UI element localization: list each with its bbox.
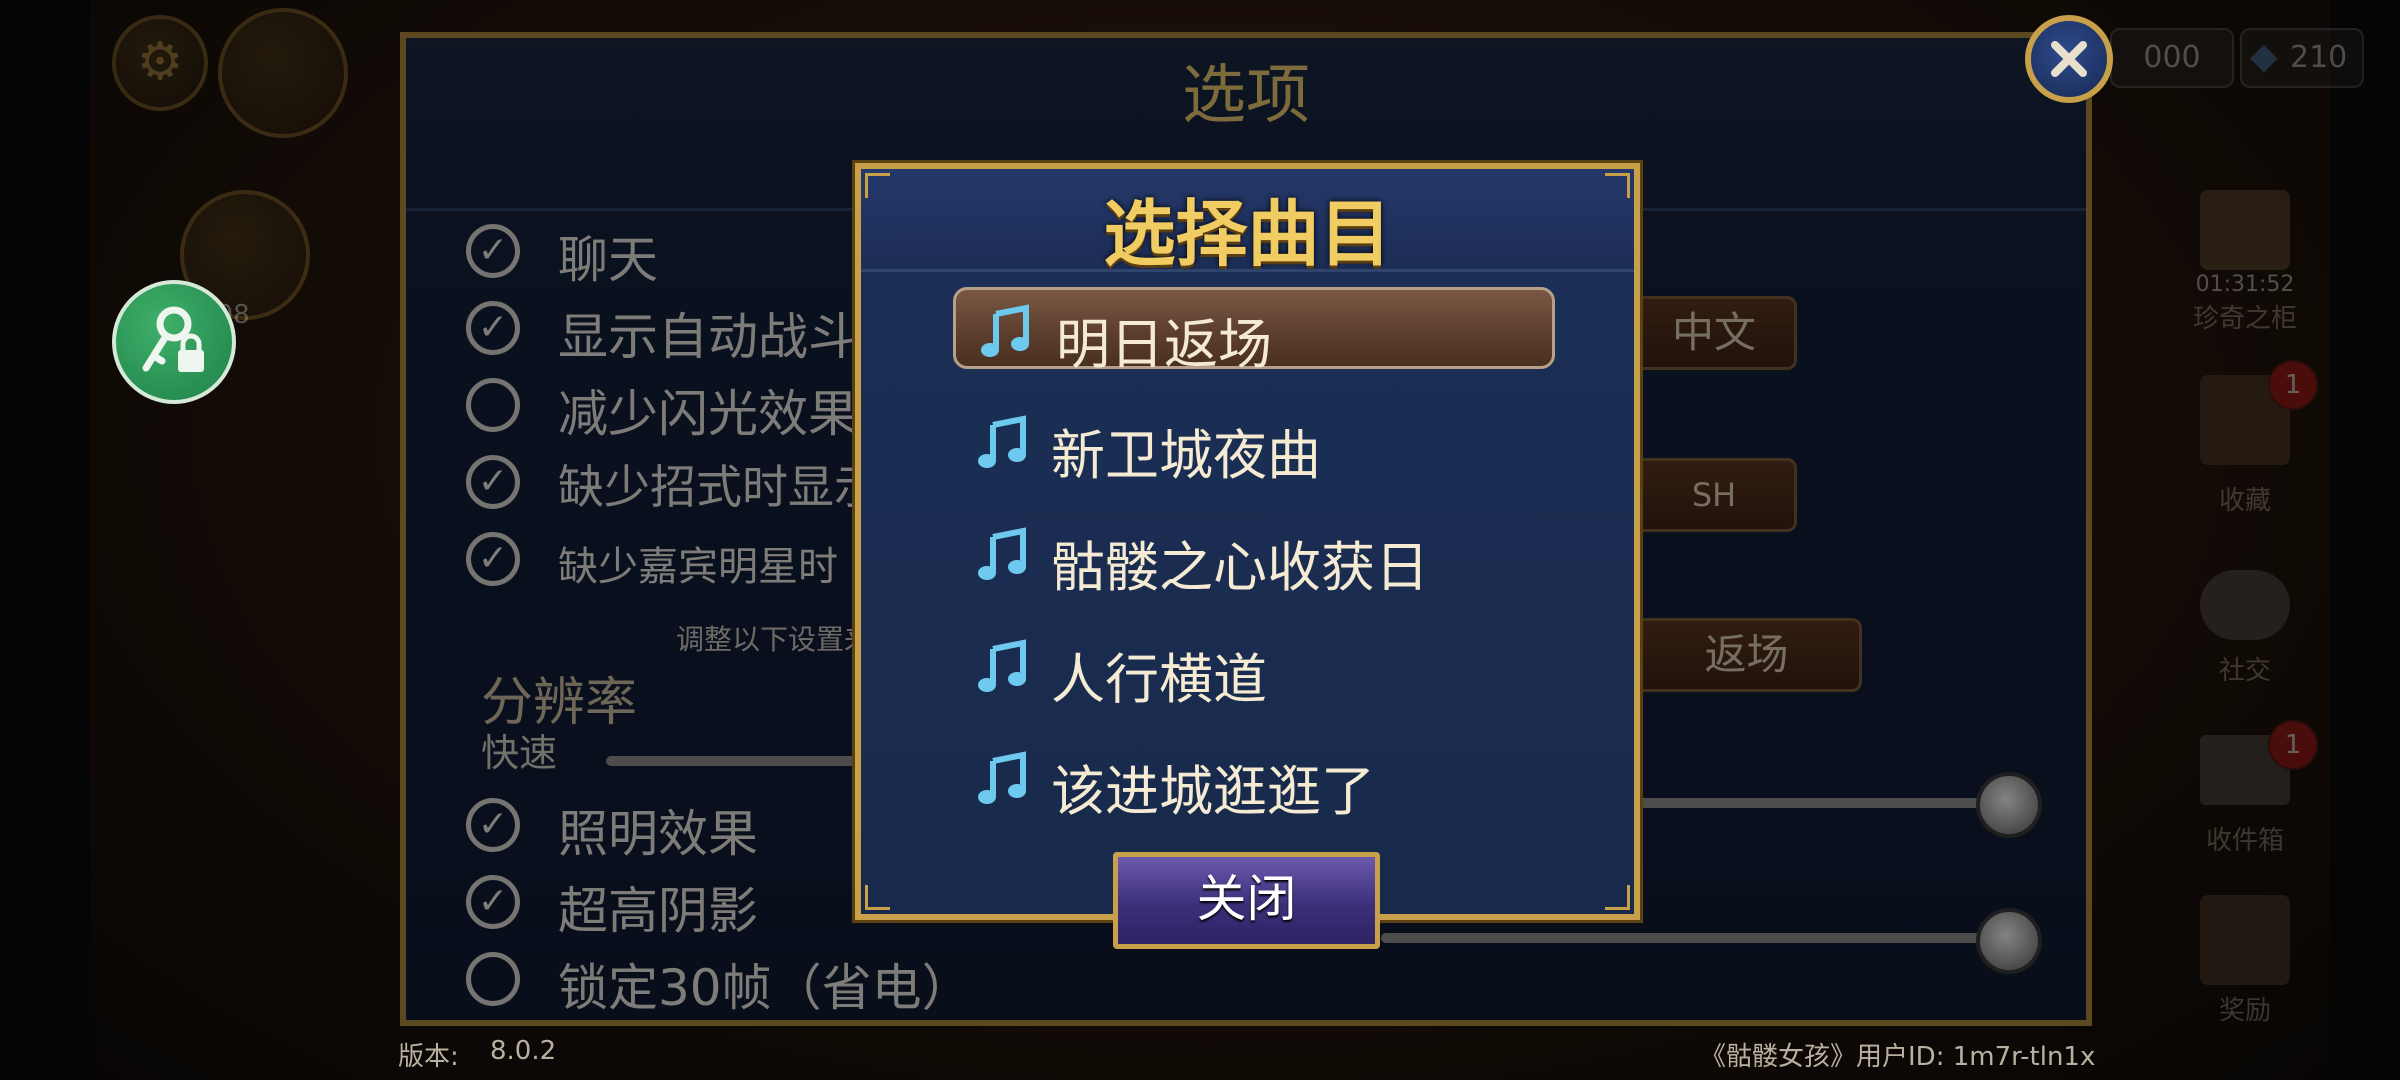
right-menu-label: 珍奇之柜 — [2192, 304, 2297, 334]
inbox-badge: 1 — [2268, 720, 2318, 770]
right-menu-label: 社交 — [2218, 656, 2271, 686]
dialog-close-button[interactable]: 关闭 — [1113, 852, 1380, 949]
track-item[interactable]: 新卫城夜曲 — [951, 401, 1551, 487]
right-menu-label: 奖励 — [2218, 996, 2271, 1026]
version-label: 版本: — [398, 1042, 459, 1072]
corner-ornament — [1605, 885, 1630, 910]
track-select-dialog: 选择曲目 明日返场 新卫城夜曲 骷髅之心收获日 人行横道 该进城逛逛了 — [855, 163, 1640, 920]
key-lock-button[interactable] — [112, 280, 236, 404]
music-note-icon — [978, 415, 1026, 468]
track-item[interactable]: 该进城逛逛了 — [951, 737, 1551, 823]
track-label: 骷髅之心收获日 — [1051, 536, 1429, 599]
right-menu-label: 收藏 — [2218, 486, 2271, 516]
right-menu-label: 收件箱 — [2205, 826, 2284, 856]
gem-icon: ◆ — [2250, 36, 2278, 77]
music-note-icon — [981, 304, 1029, 357]
coin-counter: 000 — [2110, 28, 2234, 88]
dialog-title: 选择曲目 — [1103, 191, 1392, 276]
corner-ornament — [865, 173, 890, 198]
social-icon — [2200, 570, 2290, 640]
track-item[interactable]: 明日返场 — [953, 287, 1555, 376]
settings-gear-icon: ⚙ — [112, 15, 208, 111]
version-value: 8.0.2 — [490, 1036, 557, 1066]
track-label: 新卫城夜曲 — [1051, 424, 1321, 487]
corner-ornament — [1605, 173, 1630, 198]
music-note-icon — [978, 527, 1026, 580]
key-lock-icon — [142, 306, 204, 372]
options-close-button[interactable] — [2025, 15, 2113, 103]
gem-counter: ◆ 210 — [2240, 28, 2364, 88]
user-id: 《骷髅女孩》用户ID: 1m7r-tln1x — [1700, 1042, 2096, 1072]
music-note-icon — [978, 751, 1026, 804]
player-avatar — [218, 8, 348, 138]
track-label: 该进城逛逛了 — [1051, 760, 1375, 823]
music-note-icon — [978, 639, 1026, 692]
gem-value: 210 — [2290, 40, 2348, 75]
track-label: 明日返场 — [1056, 313, 1272, 376]
close-icon — [2051, 41, 2087, 77]
rewards-icon — [2200, 895, 2290, 985]
track-label: 人行横道 — [1051, 648, 1267, 711]
timer-label: 01:31:52 — [2195, 272, 2295, 297]
collection-badge: 1 — [2268, 360, 2318, 410]
track-item[interactable]: 骷髅之心收获日 — [951, 513, 1551, 599]
cabinet-icon — [2200, 190, 2290, 270]
corner-ornament — [865, 885, 890, 910]
track-item[interactable]: 人行横道 — [951, 625, 1551, 711]
